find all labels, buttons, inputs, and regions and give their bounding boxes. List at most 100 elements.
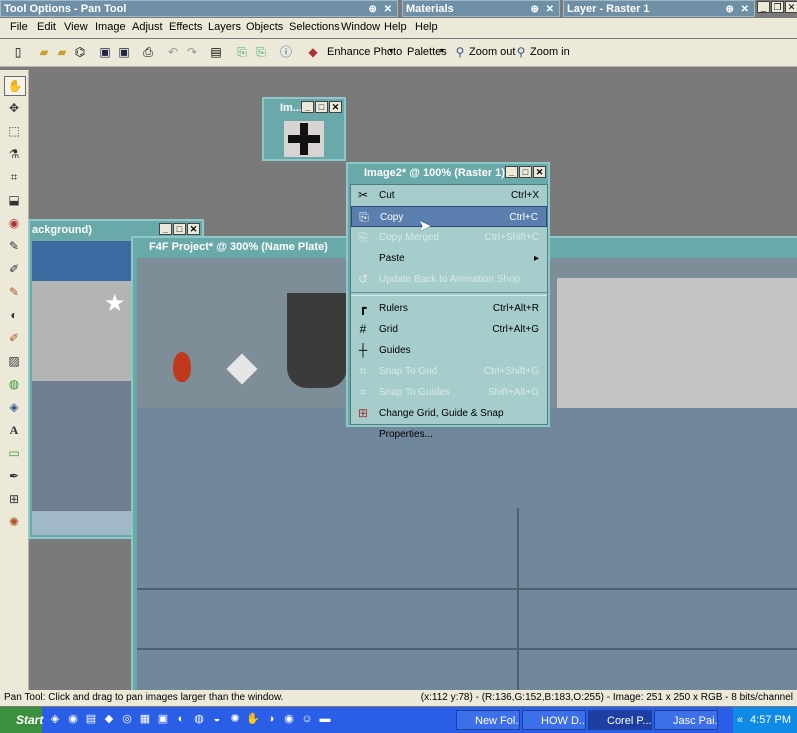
zoom-out-icon[interactable]: ⚲ (452, 44, 468, 60)
print-icon[interactable]: ⎙ (140, 44, 156, 60)
menu-item-paste[interactable]: Paste ▸ (351, 248, 547, 269)
text-tool-icon[interactable]: A (4, 421, 24, 439)
menu-help[interactable]: Help (384, 21, 407, 33)
image2-title[interactable]: Image2* @ 100% (Raster 1) _ □ ✕ (348, 164, 548, 182)
enhance-photo-icon[interactable]: ◆ (305, 44, 321, 60)
preset-shape-icon[interactable]: ▭ (4, 444, 24, 462)
quick-launch-icon[interactable]: ◆ (102, 712, 116, 726)
tool-options-palette-title[interactable]: Tool Options - Pan Tool ⊕ ✕ (0, 0, 398, 17)
small-image-canvas[interactable] (284, 121, 324, 157)
menu-image[interactable]: Image (95, 21, 126, 33)
small-image-title[interactable]: Im... _ □ ✕ (264, 99, 344, 117)
scanner-icon[interactable]: ⌬ (72, 44, 88, 60)
zoom-in-icon[interactable]: ⚲ (513, 44, 529, 60)
dropper-tool-icon[interactable]: ⚗ (4, 145, 24, 163)
close-icon[interactable]: ✕ (533, 166, 546, 178)
image2-window[interactable]: Image2* @ 100% (Raster 1) _ □ ✕ ✂ Cut Ct… (346, 162, 550, 440)
menu-file[interactable]: File (10, 21, 28, 33)
tray-expand-icon[interactable]: « (737, 707, 743, 733)
undo-icon[interactable]: ↶ (165, 44, 181, 60)
layer-palette-title[interactable]: Layer - Raster 1 ⊕ ✕ (563, 0, 755, 17)
small-image-window[interactable]: Im... _ □ ✕ (262, 97, 346, 161)
menu-edit[interactable]: Edit (37, 21, 56, 33)
menu-effects[interactable]: Effects (169, 21, 202, 33)
quick-launch-icon[interactable]: ▣ (156, 712, 170, 726)
minimize-icon[interactable]: _ (301, 101, 314, 113)
dodge-tool-icon[interactable]: ◐ (4, 306, 24, 324)
paint-brush-icon[interactable]: ✎ (4, 283, 24, 301)
quick-launch-icon[interactable]: ◈ (48, 712, 62, 726)
minimize-icon[interactable]: _ (505, 166, 518, 178)
quick-launch-icon[interactable]: ☺ (300, 712, 314, 726)
new-file-icon[interactable]: ▯ (10, 44, 26, 60)
palettes-dropdown-icon[interactable]: ▾ (440, 46, 444, 55)
crop-tool-icon[interactable]: ⌗ (4, 168, 24, 186)
minimize-icon[interactable]: _ (757, 1, 770, 13)
save-as-icon[interactable]: ▣ (116, 44, 132, 60)
menu-item-guides[interactable]: ┼ Guides (351, 340, 547, 361)
maximize-icon[interactable]: □ (315, 101, 328, 113)
redo-icon[interactable]: ↷ (184, 44, 200, 60)
quick-launch-icon[interactable]: ▦ (138, 712, 152, 726)
menu-item-copy-merged[interactable]: ⎘ Copy Merged Ctrl+Shift+C (351, 227, 547, 248)
app-window-controls[interactable]: _ ❐ ✕ (757, 1, 797, 13)
open-folder-icon[interactable]: ▰ (36, 44, 52, 60)
lighten-tool-icon[interactable]: ✐ (4, 329, 24, 347)
eraser-tool-icon[interactable]: ▨ (4, 352, 24, 370)
menu-item-grid-properties[interactable]: ⊞ Change Grid, Guide & Snap Properties..… (351, 403, 547, 440)
task-jasc-paint[interactable]: Jasc Pai... (654, 710, 718, 730)
scratch-remover-icon[interactable]: ✐ (4, 260, 24, 278)
quick-launch-icon[interactable]: ▤ (84, 712, 98, 726)
small-image-controls[interactable]: _ □ ✕ (301, 101, 342, 113)
quick-launch-icon[interactable]: ▬ (318, 712, 332, 726)
zoom-out-button[interactable]: Zoom out (469, 46, 515, 58)
menu-item-update-animation-shop[interactable]: ↺ Update Back to Animation Shop (351, 269, 547, 290)
red-eye-tool-icon[interactable]: ◉ (4, 214, 24, 232)
menu-help-2[interactable]: Help (415, 21, 438, 33)
palette-controls[interactable]: ⊕ ✕ (368, 1, 394, 16)
menu-item-grid[interactable]: # Grid Ctrl+Alt+G (351, 319, 547, 340)
quick-launch-icon[interactable]: ◒ (210, 712, 224, 726)
task-corel-paint[interactable]: Corel P... (588, 710, 652, 730)
deform-tool-icon[interactable]: ⬓ (4, 191, 24, 209)
quick-launch-icon[interactable]: ◉ (66, 712, 80, 726)
browse-icon[interactable]: ▰ (54, 44, 70, 60)
close-icon[interactable]: ✕ (785, 1, 797, 13)
pan-tool-icon[interactable]: ✋ (4, 76, 26, 96)
minimize-icon[interactable]: _ (159, 223, 172, 235)
paste-icon[interactable]: ⎘ (253, 44, 269, 60)
menu-item-rulers[interactable]: ┏ Rulers Ctrl+Alt+R (351, 298, 547, 319)
menu-item-copy[interactable]: ⎘ Copy Ctrl+C (351, 206, 547, 227)
quick-launch-icon[interactable]: ✺ (228, 712, 242, 726)
start-button[interactable]: Start (0, 707, 43, 733)
quick-launch-icon[interactable]: ◐ (174, 712, 188, 726)
quick-launch-icon[interactable]: ◍ (192, 712, 206, 726)
menu-window[interactable]: Window (341, 21, 380, 33)
task-how-document[interactable]: HOW D... (522, 710, 586, 730)
maximize-icon[interactable]: □ (519, 166, 532, 178)
background-window-controls[interactable]: _ □ ✕ (159, 223, 200, 235)
save-icon[interactable]: ▣ (97, 44, 113, 60)
palette-controls[interactable]: ⊕ ✕ (530, 1, 556, 16)
enhance-photo-dropdown-icon[interactable]: ▾ (389, 46, 393, 55)
picture-tube-icon[interactable]: ◍ (4, 375, 24, 393)
menu-selections[interactable]: Selections (289, 21, 340, 33)
info-icon[interactable]: ⓘ (278, 44, 294, 60)
move-tool-icon[interactable]: ✥ (4, 99, 24, 117)
flood-fill-icon[interactable]: ◈ (4, 398, 24, 416)
menu-item-cut[interactable]: ✂ Cut Ctrl+X (351, 185, 547, 206)
restore-icon[interactable]: ❐ (771, 1, 784, 13)
menu-view[interactable]: View (64, 21, 88, 33)
clone-brush-icon[interactable]: ✎ (4, 237, 24, 255)
close-icon[interactable]: ✕ (329, 101, 342, 113)
quick-launch-icon[interactable]: ◑ (264, 712, 278, 726)
quick-launch-icon[interactable]: ✋ (246, 712, 260, 726)
menu-item-snap-to-grid[interactable]: ⌗ Snap To Grid Ctrl+Shift+G (351, 361, 547, 382)
menu-adjust[interactable]: Adjust (132, 21, 163, 33)
maximize-icon[interactable]: □ (173, 223, 186, 235)
zoom-in-button[interactable]: Zoom in (530, 46, 570, 58)
close-icon[interactable]: ✕ (187, 223, 200, 235)
materials-palette-title[interactable]: Materials ⊕ ✕ (402, 0, 560, 17)
selection-tool-icon[interactable]: ⬚ (4, 122, 24, 140)
image2-controls[interactable]: _ □ ✕ (505, 166, 546, 178)
